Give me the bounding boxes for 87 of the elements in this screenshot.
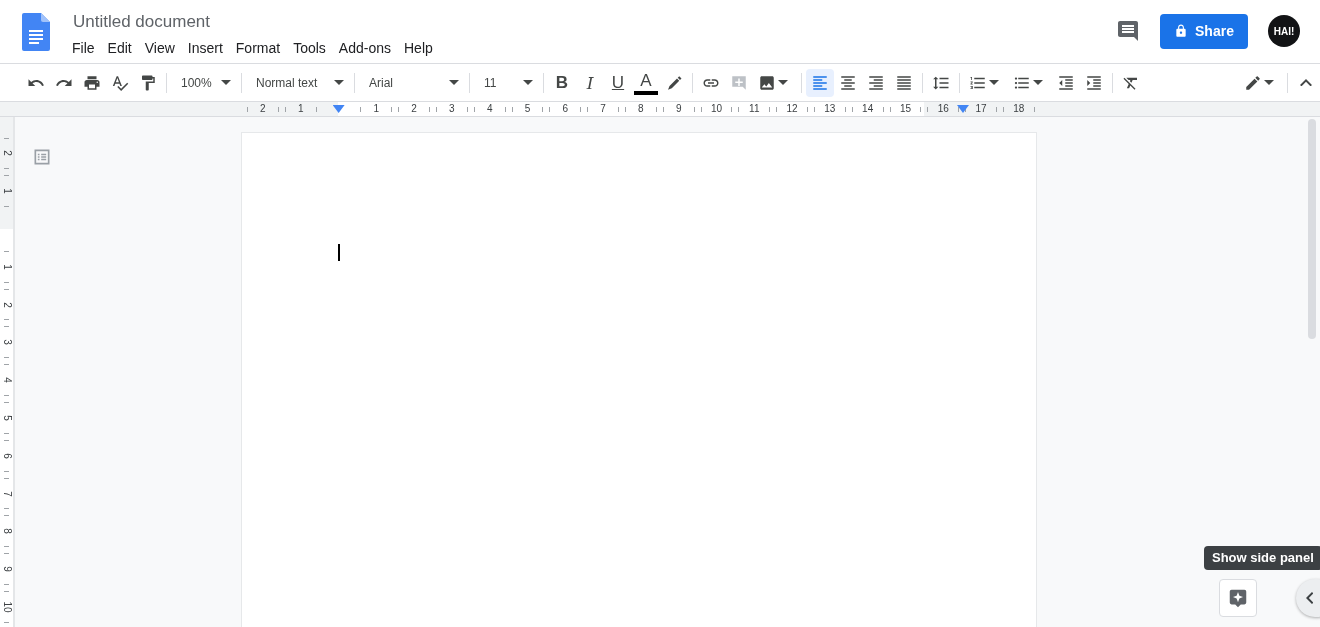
explore-button[interactable] xyxy=(1219,579,1257,617)
ruler-number: 15 xyxy=(899,103,911,115)
italic-button[interactable]: I xyxy=(576,68,604,97)
ruler-number: 18 xyxy=(1013,103,1025,115)
ruler-number: 6 xyxy=(1,453,12,459)
ruler-number: 9 xyxy=(675,103,682,115)
menu-item[interactable]: Format xyxy=(234,37,287,59)
ruler-number: 2 xyxy=(1,150,12,157)
lock-icon xyxy=(1174,24,1189,38)
spellcheck-icon xyxy=(111,73,129,92)
ruler-number: 11 xyxy=(749,103,760,115)
ruler-number: 3 xyxy=(449,103,455,115)
ruler-number: 1 xyxy=(297,103,304,115)
caret-icon xyxy=(1033,80,1043,85)
align-icon xyxy=(839,73,857,92)
ruler-number: 13 xyxy=(824,103,836,115)
ruler-number: 2 xyxy=(260,103,266,115)
document-title[interactable]: Untitled document xyxy=(72,11,445,33)
menu-item[interactable]: Edit xyxy=(106,37,138,59)
menu-item[interactable]: View xyxy=(143,37,181,59)
comments-button[interactable] xyxy=(1116,19,1140,43)
print-icon xyxy=(83,73,101,92)
scrollbar-thumb[interactable] xyxy=(1308,119,1316,339)
ruler-number: 17 xyxy=(975,103,987,115)
decrease-indent-icon xyxy=(1057,73,1075,92)
chevron-up-icon xyxy=(1300,78,1312,87)
menu-item[interactable]: Help xyxy=(403,37,439,59)
ruler-number: 1 xyxy=(1,188,12,194)
ruler-number: 4 xyxy=(1,377,12,383)
caret-icon xyxy=(1264,80,1274,85)
menu-item[interactable]: Add-ons xyxy=(337,37,397,59)
share-button[interactable]: Share xyxy=(1160,13,1248,49)
indent-marker[interactable] xyxy=(332,105,345,113)
ruler-number: 2 xyxy=(1,301,12,308)
caret-icon xyxy=(989,80,999,85)
ruler-number: 9 xyxy=(1,566,12,572)
ruler-number: 6 xyxy=(562,103,569,115)
text-color-button[interactable]: A xyxy=(634,70,658,95)
indent-marker[interactable] xyxy=(957,105,969,113)
ruler-number: 4 xyxy=(486,103,493,115)
font-dropdown[interactable]: Arial xyxy=(359,68,465,97)
caret-icon xyxy=(523,80,533,85)
caret-icon xyxy=(221,80,231,85)
text-cursor xyxy=(338,244,340,261)
menu-item[interactable]: Tools xyxy=(292,37,332,59)
underline-button[interactable]: U xyxy=(604,68,632,97)
ruler-number: 7 xyxy=(1,490,12,497)
ruler-number: 14 xyxy=(862,103,874,115)
ruler-number: 16 xyxy=(937,103,949,115)
caret-icon xyxy=(334,80,344,85)
menu-item[interactable]: File xyxy=(71,37,101,59)
ruler-number: 10 xyxy=(710,103,722,115)
ruler-number: 12 xyxy=(786,103,798,115)
ruler-number: 1 xyxy=(373,103,380,115)
align-icon xyxy=(895,73,913,92)
align-button[interactable] xyxy=(806,68,834,97)
ruler-number: 2 xyxy=(411,103,417,115)
ruler-number: 1 xyxy=(1,264,12,270)
font-size-dropdown[interactable]: 11 xyxy=(474,68,539,97)
ruler-number: 5 xyxy=(1,415,12,421)
ruler-number: 10 xyxy=(1,601,12,613)
caret-icon xyxy=(449,80,459,85)
bold-button[interactable]: B xyxy=(548,68,576,97)
sparkle-icon xyxy=(1227,587,1249,609)
image-icon xyxy=(758,73,776,92)
caret-icon xyxy=(778,80,788,85)
add-comment-icon xyxy=(730,73,748,92)
outline-icon xyxy=(32,147,52,167)
paint-roller-icon xyxy=(139,73,157,92)
comment-icon xyxy=(1116,19,1140,43)
account-avatar[interactable]: HAI! xyxy=(1268,15,1300,47)
ruler-number: 8 xyxy=(1,528,12,535)
ruler-number: 7 xyxy=(600,103,606,115)
tooltip: Show side panel xyxy=(1204,546,1320,570)
chevron-left-icon xyxy=(1306,592,1314,604)
increase-indent-icon xyxy=(1085,73,1103,92)
style-dropdown[interactable]: Normal text xyxy=(246,68,350,97)
pencil-icon xyxy=(1244,73,1262,92)
align-icon xyxy=(867,73,885,92)
zoom-dropdown[interactable]: 100% xyxy=(171,68,237,97)
align-icon xyxy=(811,73,829,92)
docs-logo-icon[interactable] xyxy=(22,13,50,51)
marker-icon xyxy=(665,73,683,92)
ruler-number: 3 xyxy=(1,339,12,346)
ruler-number: 8 xyxy=(638,103,644,115)
ruler-number: 5 xyxy=(524,103,531,115)
menu-item[interactable]: Insert xyxy=(186,37,229,59)
